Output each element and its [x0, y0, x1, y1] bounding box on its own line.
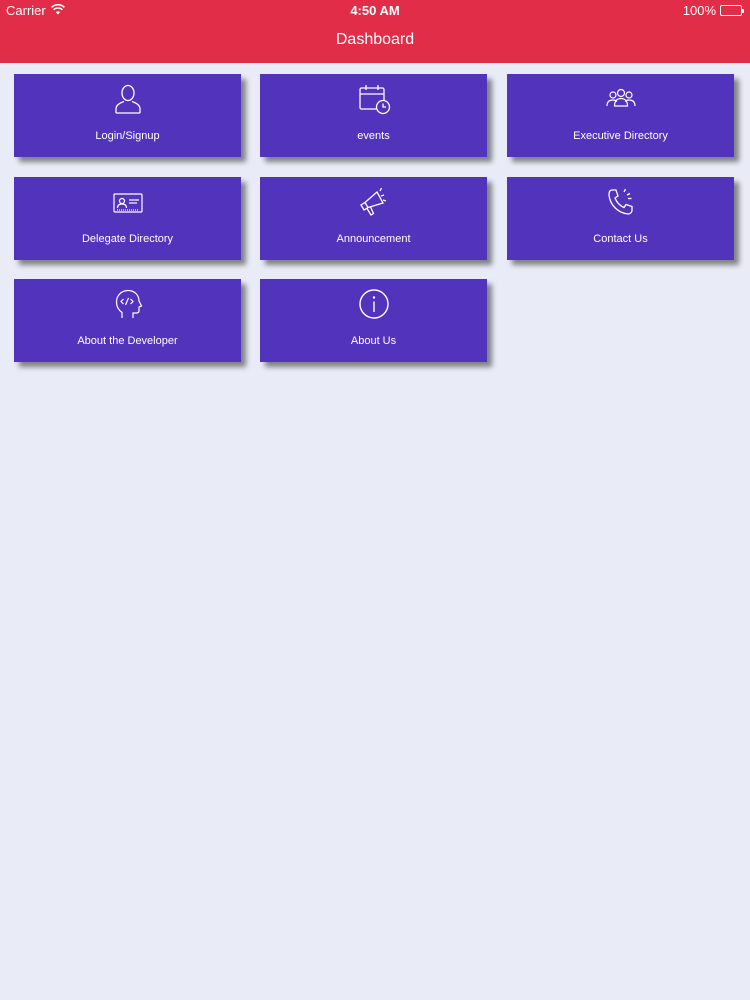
tile-label: Contact Us [593, 233, 648, 245]
contact-us-tile[interactable]: Contact Us [507, 177, 734, 260]
dashboard-grid: Login/Signup events Executive Directory … [0, 0, 750, 1000]
tile-label: About Us [350, 335, 397, 347]
megaphone-icon [260, 185, 487, 219]
id-card-icon [14, 185, 241, 219]
tile-label: Executive Directory [573, 130, 668, 142]
calendar-clock-icon [260, 82, 487, 116]
tile-label: Login/Signup [95, 130, 160, 142]
user-icon [14, 82, 241, 116]
about-us-tile[interactable]: About Us [260, 279, 487, 362]
group-icon [507, 82, 734, 116]
announcement-tile[interactable]: Announcement [260, 177, 487, 260]
phone-icon [507, 185, 734, 219]
delegate-directory-tile[interactable]: Delegate Directory [14, 177, 241, 260]
tile-label: Announcement [336, 233, 411, 245]
tile-label: events [357, 130, 390, 142]
tile-label: Delegate Directory [81, 233, 174, 245]
tile-label: About the Developer [77, 335, 178, 347]
executive-directory-tile[interactable]: Executive Directory [507, 74, 734, 157]
about-developer-tile[interactable]: About the Developer [14, 279, 241, 362]
info-icon [260, 287, 487, 321]
login-signup-tile[interactable]: Login/Signup [14, 74, 241, 157]
events-tile[interactable]: events [260, 74, 487, 157]
developer-head-icon [14, 287, 241, 321]
